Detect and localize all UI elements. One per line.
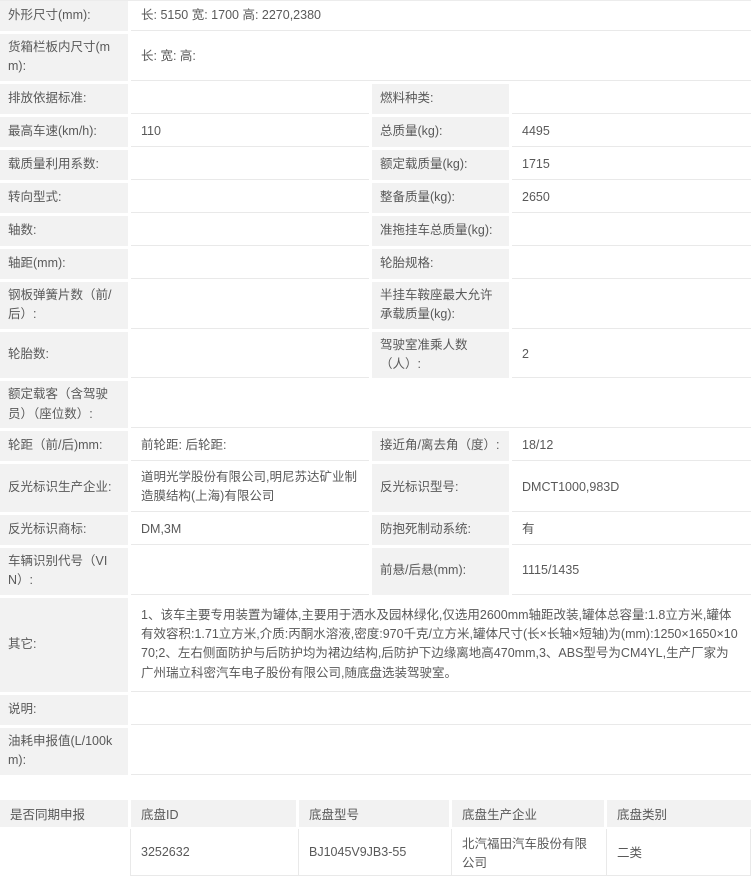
spec-row-emission-fuel: 排放依据标准: 燃料种类:	[0, 84, 751, 114]
field-value	[131, 249, 369, 279]
chassis-header-type: 底盘类别	[607, 800, 751, 829]
field-value: 2	[512, 332, 751, 379]
chassis-data-row: 3252632 BJ1045V9JB3-55 北汽福田汽车股份有限公司 二类	[0, 829, 751, 876]
chassis-type-value: 二类	[607, 829, 751, 876]
field-label: 准拖挂车总质量(kg):	[372, 216, 509, 246]
field-value	[512, 249, 751, 279]
chassis-side-label: 是否同期申报	[0, 800, 131, 829]
spec-row-rated-passengers: 额定载客（含驾驶员）（座位数）:	[0, 381, 751, 428]
field-label: 轴数:	[0, 216, 128, 246]
chassis-model-value: BJ1045V9JB3-55	[299, 829, 452, 876]
chassis-header-id: 底盘ID	[131, 800, 299, 829]
field-label: 反光标识型号:	[372, 464, 509, 512]
field-label: 反光标识生产企业:	[0, 464, 128, 512]
field-value: DM,3M	[131, 515, 369, 545]
spec-row-wheelbase-tirespec: 轴距(mm): 轮胎规格:	[0, 249, 751, 279]
field-value: 2650	[512, 183, 751, 213]
field-label: 整备质量(kg):	[372, 183, 509, 213]
field-value: 110	[131, 117, 369, 147]
field-value	[131, 84, 369, 114]
spec-row-fuel-consumption: 油耗申报值(L/100km):	[0, 728, 751, 775]
field-value	[512, 216, 751, 246]
chassis-side-spacer	[0, 829, 131, 876]
field-value: 有	[512, 515, 751, 545]
field-value: 4495	[512, 117, 751, 147]
field-label: 驾驶室准乘人数（人）:	[372, 332, 509, 379]
field-value: 道明光学股份有限公司,明尼苏达矿业制造膜结构(上海)有限公司	[131, 464, 369, 512]
field-label: 轮胎数:	[0, 332, 128, 379]
spec-row-springs-saddleload: 钢板弹簧片数（前/后）: 半挂车鞍座最大允许承载质量(kg):	[0, 282, 751, 329]
field-value	[131, 728, 751, 775]
chassis-maker-value: 北汽福田汽车股份有限公司	[452, 829, 607, 876]
field-label: 转向型式:	[0, 183, 128, 213]
field-label: 反光标识商标:	[0, 515, 128, 545]
field-label: 钢板弹簧片数（前/后）:	[0, 282, 128, 329]
field-value: 1715	[512, 150, 751, 180]
field-label: 总质量(kg):	[372, 117, 509, 147]
spec-row-speed-totalmass: 最高车速(km/h): 110 总质量(kg): 4495	[0, 117, 751, 147]
spec-row-steering-curbmass: 转向型式: 整备质量(kg): 2650	[0, 183, 751, 213]
spec-row-cargo-inner-size: 货箱栏板内尺寸(mm): 长: 宽: 高:	[0, 34, 751, 81]
field-label: 货箱栏板内尺寸(mm):	[0, 34, 128, 81]
field-label: 前悬/后悬(mm):	[372, 548, 509, 595]
field-label: 油耗申报值(L/100km):	[0, 728, 128, 775]
spec-row-tirecount-cabseats: 轮胎数: 驾驶室准乘人数（人）: 2	[0, 332, 751, 379]
field-value: 1、该车主要专用装置为罐体,主要用于洒水及园林绿化,仅选用2600mm轴距改装,…	[131, 598, 751, 693]
field-label: 最高车速(km/h):	[0, 117, 128, 147]
spec-row-dimensions: 外形尺寸(mm): 长: 5150 宽: 1700 高: 2270,2380	[0, 1, 751, 31]
chassis-header-row: 是否同期申报 底盘ID 底盘型号 底盘生产企业 底盘类别	[0, 800, 751, 829]
vehicle-spec-table: 外形尺寸(mm): 长: 5150 宽: 1700 高: 2270,2380 货…	[0, 0, 751, 775]
field-label: 额定载质量(kg):	[372, 150, 509, 180]
spec-row-axles-trailermass: 轴数: 准拖挂车总质量(kg):	[0, 216, 751, 246]
field-label: 其它:	[0, 598, 128, 693]
field-label: 额定载客（含驾驶员）（座位数）:	[0, 381, 128, 428]
spec-row-reflective-brand-abs: 反光标识商标: DM,3M 防抱死制动系统: 有	[0, 515, 751, 545]
field-label: 接近角/离去角（度）:	[372, 431, 509, 461]
field-value: 长: 宽: 高:	[131, 34, 751, 81]
chassis-header-maker: 底盘生产企业	[452, 800, 607, 829]
field-value	[131, 695, 751, 725]
field-label: 车辆识别代号（VIN）:	[0, 548, 128, 595]
field-label: 半挂车鞍座最大允许承载质量(kg):	[372, 282, 509, 329]
field-label: 轮胎规格:	[372, 249, 509, 279]
field-label: 排放依据标准:	[0, 84, 128, 114]
field-label: 载质量利用系数:	[0, 150, 128, 180]
field-value	[131, 548, 369, 595]
chassis-header-model: 底盘型号	[299, 800, 452, 829]
field-value	[131, 282, 369, 329]
field-value	[131, 216, 369, 246]
field-value	[512, 282, 751, 329]
field-value	[131, 332, 369, 379]
field-value	[512, 84, 751, 114]
field-value: 18/12	[512, 431, 751, 461]
chassis-id-value: 3252632	[131, 829, 299, 876]
field-label: 轴距(mm):	[0, 249, 128, 279]
field-value: 前轮距: 后轮距:	[131, 431, 369, 461]
field-value	[131, 381, 751, 428]
field-value: 长: 5150 宽: 1700 高: 2270,2380	[131, 1, 751, 31]
field-value: DMCT1000,983D	[512, 464, 751, 512]
field-label: 轮距（前/后)mm:	[0, 431, 128, 461]
spec-row-loadfactor-ratedload: 载质量利用系数: 额定载质量(kg): 1715	[0, 150, 751, 180]
field-value	[131, 150, 369, 180]
field-label: 燃料种类:	[372, 84, 509, 114]
field-label: 说明:	[0, 695, 128, 725]
spec-row-track-angles: 轮距（前/后)mm: 前轮距: 后轮距: 接近角/离去角（度）: 18/12	[0, 431, 751, 461]
field-label: 外形尺寸(mm):	[0, 1, 128, 31]
field-value	[131, 183, 369, 213]
spec-row-reflective-maker-model: 反光标识生产企业: 道明光学股份有限公司,明尼苏达矿业制造膜结构(上海)有限公司…	[0, 464, 751, 512]
spec-row-other-notes: 其它: 1、该车主要专用装置为罐体,主要用于洒水及园林绿化,仅选用2600mm轴…	[0, 598, 751, 693]
spec-row-remarks: 说明:	[0, 695, 751, 725]
field-value: 1115/1435	[512, 548, 751, 595]
chassis-table: 是否同期申报 底盘ID 底盘型号 底盘生产企业 底盘类别 3252632 BJ1…	[0, 800, 751, 876]
spec-row-vin-overhang: 车辆识别代号（VIN）: 前悬/后悬(mm): 1115/1435	[0, 548, 751, 595]
field-label: 防抱死制动系统:	[372, 515, 509, 545]
